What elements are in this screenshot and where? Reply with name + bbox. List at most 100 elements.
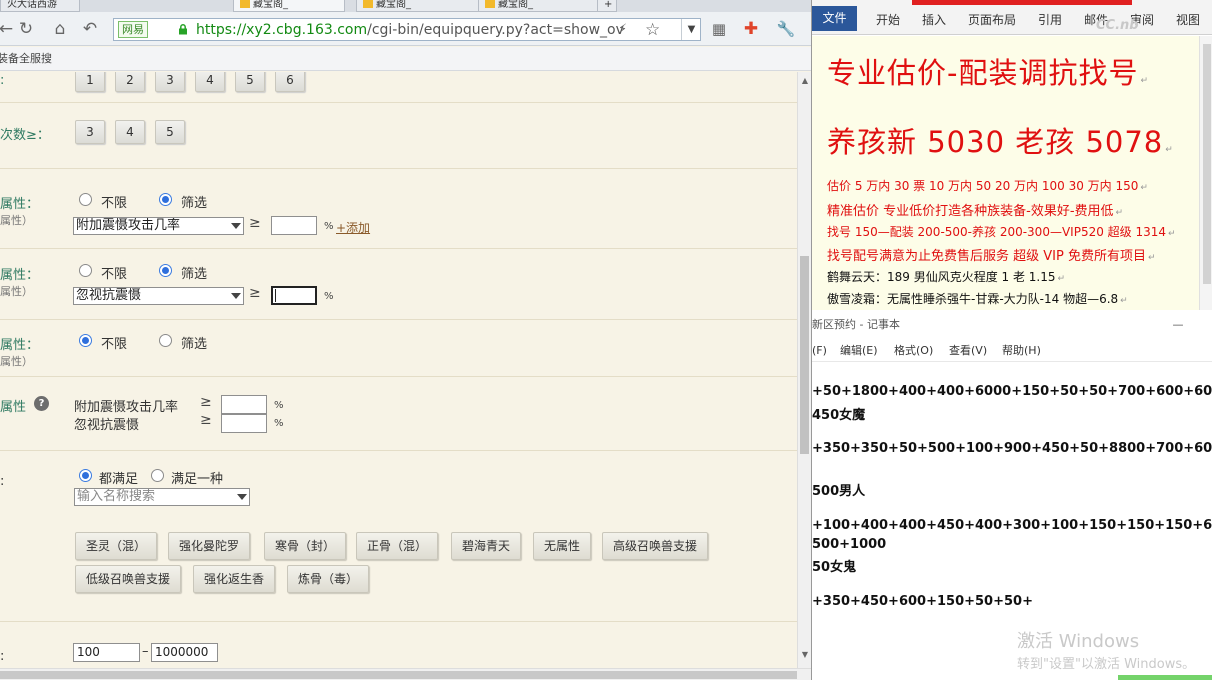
- add-attr-link[interactable]: +添加: [336, 219, 370, 236]
- home-icon[interactable]: ⌂: [48, 17, 72, 41]
- count-button-5[interactable]: 5: [235, 72, 265, 92]
- vertical-scrollbar[interactable]: [1199, 36, 1212, 310]
- attr2-radio-none-label: 不限: [101, 267, 128, 282]
- count-button-4[interactable]: 4: [195, 72, 225, 92]
- text-line: 450女魔: [812, 408, 866, 423]
- speed-mode-icon[interactable]: ⚡: [618, 22, 627, 37]
- attr1-select[interactable]: 附加震慑攻击几率: [73, 217, 244, 235]
- divider: [0, 102, 797, 103]
- skill-tag[interactable]: 低级召唤兽支援: [75, 565, 182, 593]
- skill-tag[interactable]: 碧海青天: [451, 532, 522, 560]
- ge-symbol: ≥: [249, 215, 261, 231]
- range-min-input[interactable]: 100: [73, 643, 140, 662]
- tab-layout[interactable]: 页面布局: [968, 11, 1016, 28]
- tab-strip: 火大话西游 藏宝阁_ 藏宝阁_ 藏宝阁_ +: [0, 0, 811, 12]
- menu-help[interactable]: 帮助(H): [1002, 340, 1041, 362]
- tab-3[interactable]: 藏宝阁_: [356, 0, 481, 12]
- attr2-select[interactable]: 忽视抗震慑: [73, 287, 244, 305]
- skill-tag[interactable]: 正骨（混）: [356, 532, 439, 560]
- count-button-1[interactable]: 1: [75, 72, 105, 92]
- doc-line-text: 养孩新 5030 老孩 5078: [827, 125, 1164, 159]
- tab-2[interactable]: 藏宝阁_: [233, 0, 345, 12]
- attr3-label: 属性：: [0, 338, 40, 353]
- skill-tag[interactable]: 强化曼陀罗: [168, 532, 251, 560]
- attr1-value-input[interactable]: [271, 216, 317, 235]
- attr2-label: 属性：: [0, 268, 40, 283]
- doc-line-text: 鹤舞云天：189 男仙风克火程度 1 老 1.15: [827, 270, 1056, 284]
- new-tab-button[interactable]: +: [597, 0, 617, 12]
- menu-view[interactable]: 查看(V): [949, 340, 987, 362]
- menu-bar: (F) 编辑(E) 格式(O) 查看(V) 帮助(H): [812, 340, 1212, 362]
- count-button-6[interactable]: 6: [275, 72, 305, 92]
- attr1-select-value: 附加震慑攻击几率: [76, 218, 181, 233]
- doc-line: 精准估价 专业低价打造各种族装备-效果好-费用低 ↵: [827, 200, 1123, 219]
- skills-radio-any[interactable]: [151, 469, 164, 482]
- tab-file[interactable]: 文件: [812, 6, 857, 31]
- attr3-radio-filter[interactable]: [159, 334, 172, 347]
- game-icon[interactable]: ✚: [739, 17, 763, 41]
- skills-radio-all-label: 都满足: [99, 472, 139, 487]
- scroll-up-icon[interactable]: ▲: [798, 74, 811, 88]
- scroll-down-icon[interactable]: ▼: [798, 648, 811, 662]
- help-icon[interactable]: ?: [34, 396, 49, 411]
- tab-1[interactable]: 火大话西游: [0, 0, 80, 12]
- favorite-star-icon[interactable]: ☆: [645, 20, 660, 40]
- url-host: https://xy2.cbg.163.com: [196, 22, 368, 38]
- attr2-radio-filter[interactable]: [159, 264, 172, 277]
- address-bar[interactable]: 网易 https://xy2.cbg.163.com/cgi-bin/equip…: [113, 18, 701, 41]
- skills-radio-all[interactable]: [79, 469, 92, 482]
- attr4-item-1-name: 附加震慑攻击几率: [74, 400, 179, 415]
- skill-tag[interactable]: 无属性: [533, 532, 592, 560]
- tab-insert[interactable]: 插入: [922, 11, 946, 28]
- vertical-scrollbar[interactable]: ▲ ▼: [797, 72, 811, 668]
- attr2-value-input[interactable]: [271, 286, 317, 305]
- menu-file[interactable]: (F): [812, 340, 827, 362]
- bookmark-item[interactable]: 装备全服搜: [0, 47, 52, 71]
- menu-format[interactable]: 格式(O): [894, 340, 933, 362]
- percent-label: %: [324, 221, 334, 232]
- count-button-2[interactable]: 2: [115, 72, 145, 92]
- tab-label: 火大话西游: [7, 0, 57, 10]
- times-button-4[interactable]: 4: [115, 120, 145, 144]
- tab-4[interactable]: 藏宝阁_: [478, 0, 598, 12]
- tools-wrench-icon[interactable]: 🔧: [774, 17, 798, 41]
- skill-tag[interactable]: 炼骨（毒）: [287, 565, 370, 593]
- attr2-radio-none[interactable]: [79, 264, 92, 277]
- document-page[interactable]: 专业估价-配装调抗找号 ↵ 养孩新 5030 老孩 5078 ↵ 估价 5 万内 3…: [812, 36, 1212, 310]
- menu-edit[interactable]: 编辑(E): [840, 340, 878, 362]
- attr4-item-2-name: 忽视抗震慑: [74, 418, 140, 433]
- doc-line: 找号 150—配装 200-500-养孩 200-300—VIP520 超级 1…: [827, 223, 1176, 240]
- scroll-thumb[interactable]: [0, 671, 797, 679]
- percent-label: %: [324, 291, 334, 302]
- times-button-5[interactable]: 5: [155, 120, 185, 144]
- scroll-thumb[interactable]: [800, 256, 809, 454]
- attr1-radio-filter-label: 筛选: [181, 196, 208, 211]
- url-dropdown-icon[interactable]: ▼: [681, 19, 701, 40]
- divider: [0, 168, 797, 169]
- attr4-item-1-input[interactable]: [221, 395, 267, 414]
- attr1-radio-filter[interactable]: [159, 193, 172, 206]
- tab-home[interactable]: 开始: [876, 11, 900, 28]
- minimize-button[interactable]: —: [1168, 310, 1188, 340]
- horizontal-scrollbar[interactable]: [0, 668, 811, 680]
- tab-references[interactable]: 引用: [1038, 11, 1062, 28]
- scroll-thumb[interactable]: [1203, 44, 1211, 284]
- extensions-icon[interactable]: ▦: [707, 17, 731, 41]
- attr3-radio-none[interactable]: [79, 334, 92, 347]
- count-button-3[interactable]: 3: [155, 72, 185, 92]
- attr4-item-2-input[interactable]: [221, 414, 267, 433]
- attr1-radio-none[interactable]: [79, 193, 92, 206]
- undo-icon[interactable]: ↶: [78, 17, 102, 41]
- doc-line-text: 傲雪凌霜：无属性睡杀强牛-甘霖-大力队-14 物超—6.8: [827, 292, 1119, 306]
- skill-tag[interactable]: 圣灵（混）: [75, 532, 158, 560]
- range-max-input[interactable]: 1000000: [151, 643, 218, 662]
- browser-window: 火大话西游 藏宝阁_ 藏宝阁_ 藏宝阁_ + ← ↻ ⌂ ↶ 网易 https:…: [0, 0, 811, 680]
- text-area[interactable]: +50+1800+400+400+6000+150+50+50+700+600+…: [812, 362, 1212, 680]
- tab-view[interactable]: 视图: [1176, 11, 1200, 28]
- refresh-icon[interactable]: ↻: [14, 17, 38, 41]
- skill-tag[interactable]: 高级召唤兽支援: [602, 532, 709, 560]
- times-button-3[interactable]: 3: [75, 120, 105, 144]
- skill-search-input[interactable]: 输入名称搜索: [74, 488, 250, 506]
- skill-tag[interactable]: 寒骨（封）: [264, 532, 347, 560]
- skill-tag[interactable]: 强化返生香: [193, 565, 276, 593]
